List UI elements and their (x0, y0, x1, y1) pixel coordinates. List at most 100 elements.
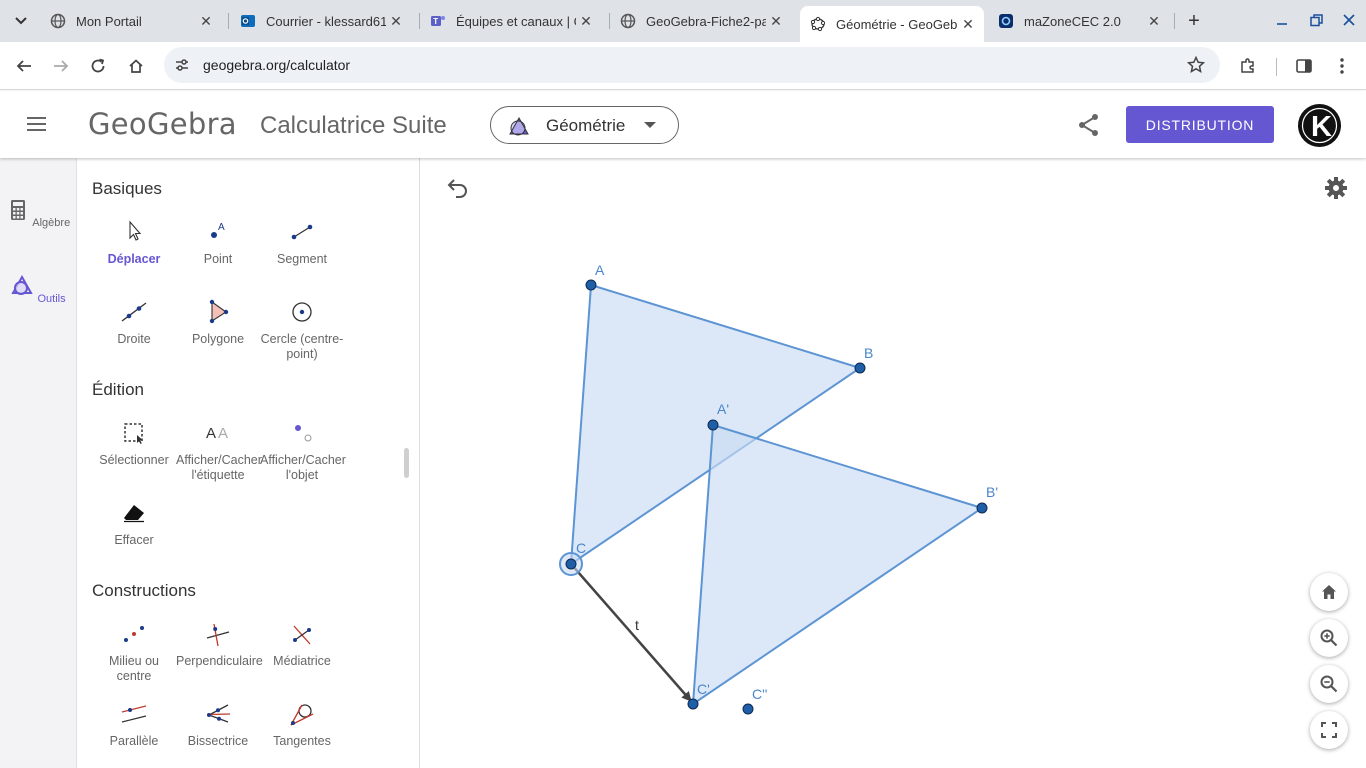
geogebra-icon (810, 16, 826, 32)
tool-cercle[interactable]: Cercle (centre- point) (260, 298, 344, 362)
rail-item-algebre[interactable]: Algèbre (0, 198, 76, 229)
close-window-button[interactable] (1334, 6, 1364, 34)
tab-title: Courrier - klessard61 (266, 13, 386, 29)
home-button[interactable] (122, 52, 150, 80)
triangle-a1b1c1[interactable] (691, 423, 985, 706)
tool-afficher-etiquette[interactable]: AA Afficher/Cacher l'étiquette (176, 419, 262, 483)
fullscreen-button[interactable] (1310, 711, 1348, 749)
tab-search-button[interactable] (8, 8, 34, 34)
address-bar[interactable]: geogebra.org/calculator (164, 47, 1220, 83)
tool-bissectrice[interactable]: Bissectrice (176, 700, 260, 749)
tool-milieu[interactable]: Milieu ou centre (92, 620, 176, 684)
point-b[interactable] (854, 362, 866, 374)
tool-segment[interactable]: Segment (260, 218, 344, 267)
point-c[interactable] (565, 558, 577, 570)
tool-perpendiculaire[interactable]: Perpendiculaire (176, 620, 263, 669)
graphics-view[interactable]: A B C A' B' C' C'' t (420, 158, 1366, 768)
tab-title: Mon Portail (76, 13, 142, 29)
tool-tangentes[interactable]: Tangentes (260, 700, 344, 749)
tab-courrier[interactable]: Courrier - klessard61 ✕ (230, 8, 412, 34)
point-c-prime[interactable] (687, 698, 699, 710)
tab-geogebra-fiche[interactable]: GeoGebra-Fiche2-pa ✕ (610, 8, 792, 34)
point-c-second[interactable] (742, 703, 754, 715)
geometry-canvas[interactable]: A B C A' B' C' C'' t (420, 158, 1366, 768)
vector-t[interactable] (570, 563, 692, 702)
home-view-button[interactable] (1310, 573, 1348, 611)
rail-item-outils[interactable]: Outils (0, 274, 76, 305)
tab-title: GeoGebra-Fiche2-pa (646, 13, 766, 29)
label-a: A (595, 262, 605, 278)
close-icon[interactable]: ✕ (196, 11, 216, 31)
zoom-out-icon (1320, 675, 1338, 693)
geogebra-logo[interactable]: GeoGebra (88, 107, 237, 141)
close-icon[interactable]: ✕ (1144, 11, 1164, 31)
move-cursor-icon (129, 220, 142, 241)
label-c-second: C'' (752, 686, 767, 702)
side-panel-button[interactable] (1290, 52, 1318, 80)
point-a-prime[interactable] (707, 419, 719, 431)
avatar[interactable]: K (1298, 104, 1341, 147)
tool-mediatrice[interactable]: Médiatrice (260, 620, 344, 669)
rail-label: Algèbre (32, 217, 71, 229)
bookmark-star-icon[interactable] (1186, 55, 1206, 75)
back-button[interactable] (10, 52, 38, 80)
close-icon[interactable]: ✕ (766, 11, 786, 31)
tool-effacer[interactable]: Effacer (92, 499, 176, 548)
tool-polygone[interactable]: Polygone (176, 298, 260, 347)
site-info-icon[interactable] (172, 55, 192, 75)
tool-droite[interactable]: Droite (92, 298, 176, 347)
url-text: geogebra.org/calculator (203, 57, 351, 73)
tab-geometrie-active[interactable]: Géométrie - GeoGebra ✕ (800, 6, 984, 42)
app-switcher-dropdown[interactable]: Géométrie (490, 106, 679, 144)
browser-toolbar: geogebra.org/calculator (0, 42, 1366, 90)
forward-button[interactable] (47, 52, 75, 80)
tool-parallele[interactable]: Parallèle (92, 700, 176, 749)
distribution-button[interactable]: DISTRIBUTION (1126, 106, 1274, 143)
svg-text:K: K (1311, 111, 1332, 143)
close-icon[interactable]: ✕ (576, 11, 596, 31)
label-a-prime: A' (717, 401, 729, 417)
point-a[interactable] (585, 279, 597, 291)
reload-button[interactable] (84, 52, 112, 80)
globe-icon (620, 13, 636, 29)
close-icon[interactable]: ✕ (958, 14, 978, 34)
eraser-icon (124, 505, 144, 523)
browser-tab-strip: Mon Portail ✕ Courrier - klessard61 ✕ T … (0, 0, 1366, 42)
fullscreen-icon (1321, 722, 1337, 738)
globe-icon (50, 13, 66, 29)
browser-menu-button[interactable] (1328, 52, 1356, 80)
label-toggle-icon: AA (206, 425, 228, 442)
angle-bisector-icon (206, 704, 231, 723)
restore-button[interactable] (1301, 6, 1331, 34)
home-icon (1322, 585, 1336, 599)
zoom-in-icon (1320, 629, 1338, 647)
puzzle-icon (1241, 58, 1254, 73)
extensions-button[interactable] (1234, 52, 1262, 80)
tab-mazonecec[interactable]: maZoneCEC 2.0 ✕ (988, 8, 1170, 34)
tool-point[interactable]: A Point (176, 218, 260, 267)
line-tool-icon (121, 302, 147, 322)
tab-equipes[interactable]: T Équipes et canaux | G ✕ (420, 8, 602, 34)
zoom-in-button[interactable] (1310, 619, 1348, 657)
point-b-prime[interactable] (976, 502, 988, 514)
close-icon[interactable]: ✕ (386, 11, 406, 31)
svg-text:T: T (433, 17, 438, 26)
share-button[interactable] (1076, 112, 1102, 138)
app-header: GeoGebra Calculatrice Suite Géométrie DI… (0, 91, 1366, 158)
minimize-button[interactable] (1267, 6, 1297, 34)
polygon-tool-icon (209, 299, 229, 324)
tool-selectionner[interactable]: Sélectionner (92, 419, 176, 468)
tool-deplacer[interactable]: Déplacer (92, 218, 176, 267)
parallel-tool-icon (121, 705, 147, 723)
plus-icon: + (1188, 9, 1200, 32)
zoom-out-button[interactable] (1310, 665, 1348, 703)
tool-afficher-objet[interactable]: Afficher/Cacher l'objet (260, 419, 346, 483)
tangent-tool-icon (290, 704, 314, 726)
main-menu-button[interactable] (24, 113, 50, 135)
new-tab-button[interactable]: + (1182, 9, 1206, 33)
tab-mon-portail[interactable]: Mon Portail ✕ (40, 8, 222, 34)
minimize-icon (1277, 23, 1287, 25)
tools-scrollbar[interactable] (404, 448, 409, 478)
arrow-left-icon (16, 60, 31, 72)
point-tool-icon: A (211, 222, 225, 238)
